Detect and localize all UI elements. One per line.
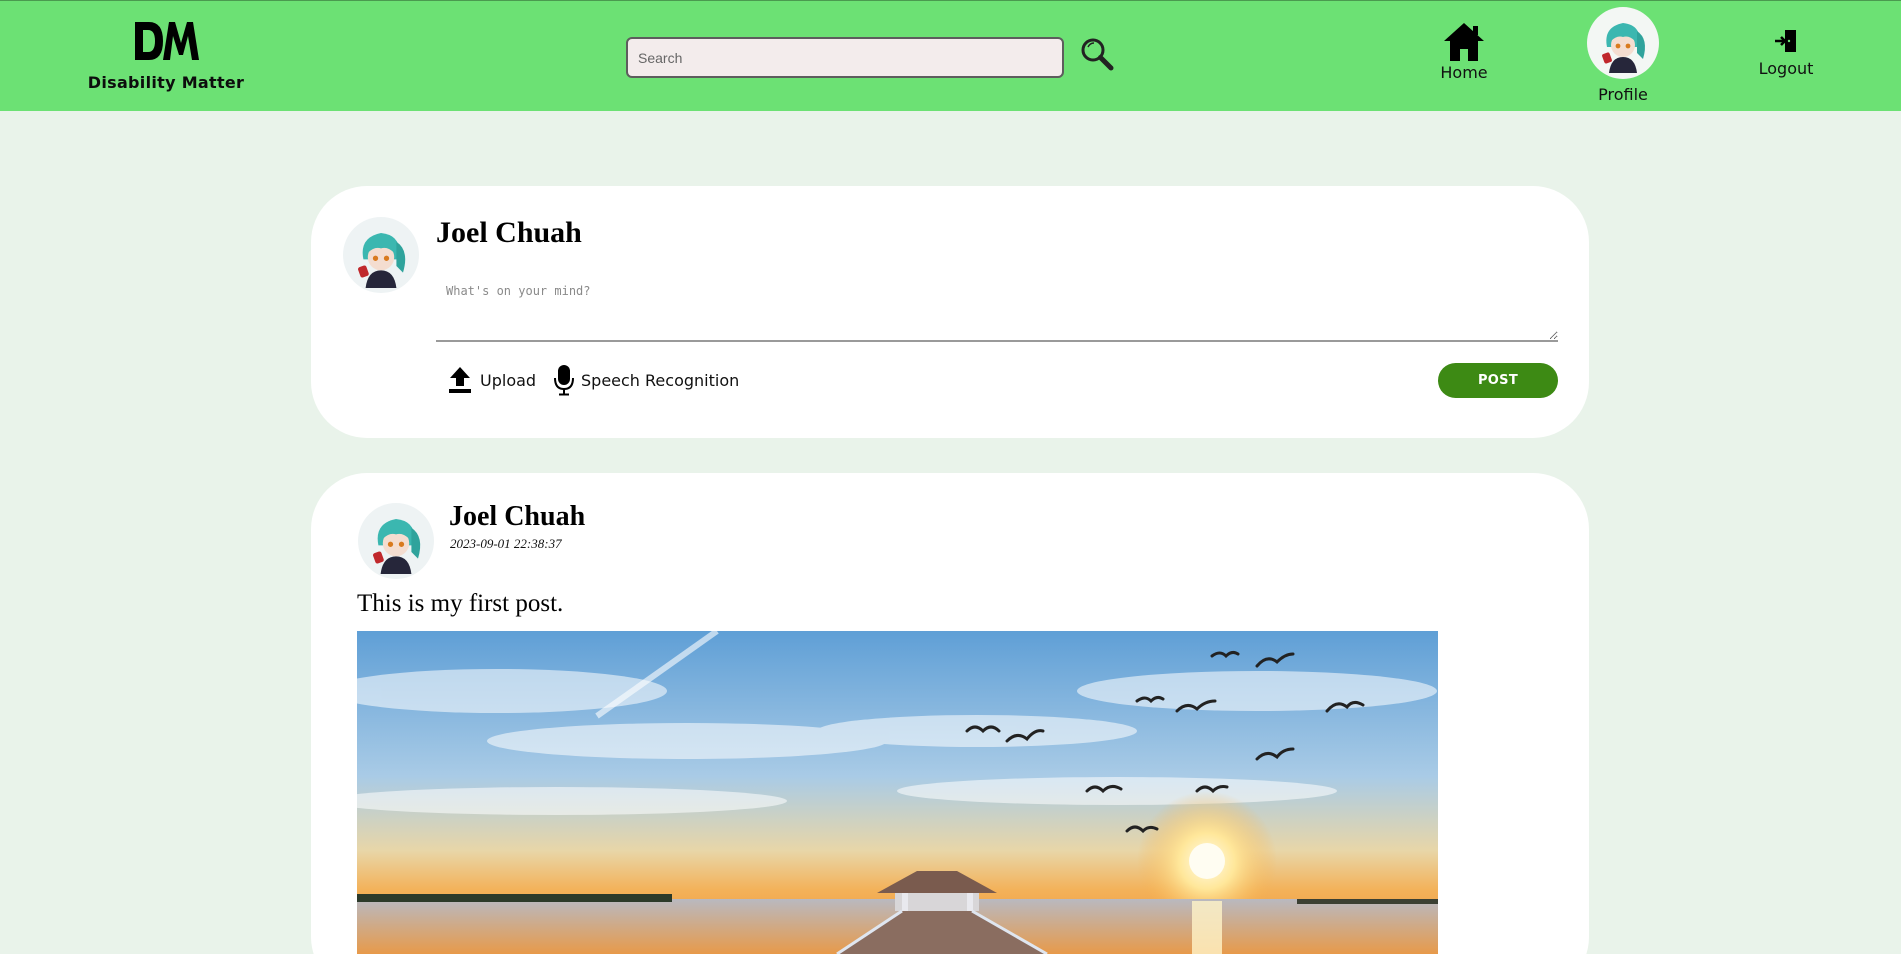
nav-logout[interactable]: Logout: [1750, 27, 1822, 78]
search-input[interactable]: [626, 37, 1064, 78]
nav-logout-label: Logout: [1758, 59, 1814, 78]
post-timestamp: 2023-09-01 22:38:37: [450, 536, 562, 551]
post-image: [357, 631, 1438, 954]
upload-label: Upload: [480, 370, 537, 390]
anime-avatar-icon: [358, 233, 406, 288]
avatar: [343, 217, 419, 293]
nav-profile-label: Profile: [1598, 85, 1648, 104]
door-exit-icon: [1775, 30, 1796, 52]
house-icon: [1444, 23, 1484, 61]
upload-button[interactable]: Upload: [448, 362, 536, 398]
sunset-pier-image: [357, 631, 1438, 954]
upload-arrow-icon: [449, 367, 471, 393]
anime-avatar-icon: [373, 519, 421, 574]
brand-logo[interactable]: Disability Matter: [87, 15, 245, 97]
microphone-icon: [554, 365, 574, 396]
post-author-name: Joel Chuah: [449, 501, 586, 532]
avatar: [358, 503, 434, 579]
anime-avatar-icon: [1602, 23, 1645, 73]
brand-name: Disability Matter: [87, 73, 245, 92]
nav-home-label: Home: [1440, 63, 1488, 82]
post-text-input[interactable]: [436, 276, 1558, 342]
post-composer: Joel Chuah Upload Speech Recognition POS…: [311, 186, 1589, 438]
top-navbar: Disability Matter Home: [0, 0, 1901, 111]
nav-home[interactable]: Home: [1426, 21, 1502, 82]
avatar: [1587, 7, 1659, 79]
feed-post: Joel Chuah 2023-09-01 22:38:37 This is m…: [311, 473, 1589, 954]
speech-recognition-button[interactable]: Speech Recognition: [553, 362, 739, 398]
post-button[interactable]: POST: [1438, 363, 1558, 398]
post-body-text: This is my first post.: [357, 590, 564, 617]
speech-recognition-label: Speech Recognition: [581, 370, 740, 390]
dm-logo-icon: [135, 22, 199, 60]
nav-profile[interactable]: Profile: [1582, 7, 1664, 104]
search-button[interactable]: [1078, 35, 1116, 73]
composer-author-name: Joel Chuah: [436, 216, 582, 249]
magnifier-icon: [1081, 38, 1114, 71]
